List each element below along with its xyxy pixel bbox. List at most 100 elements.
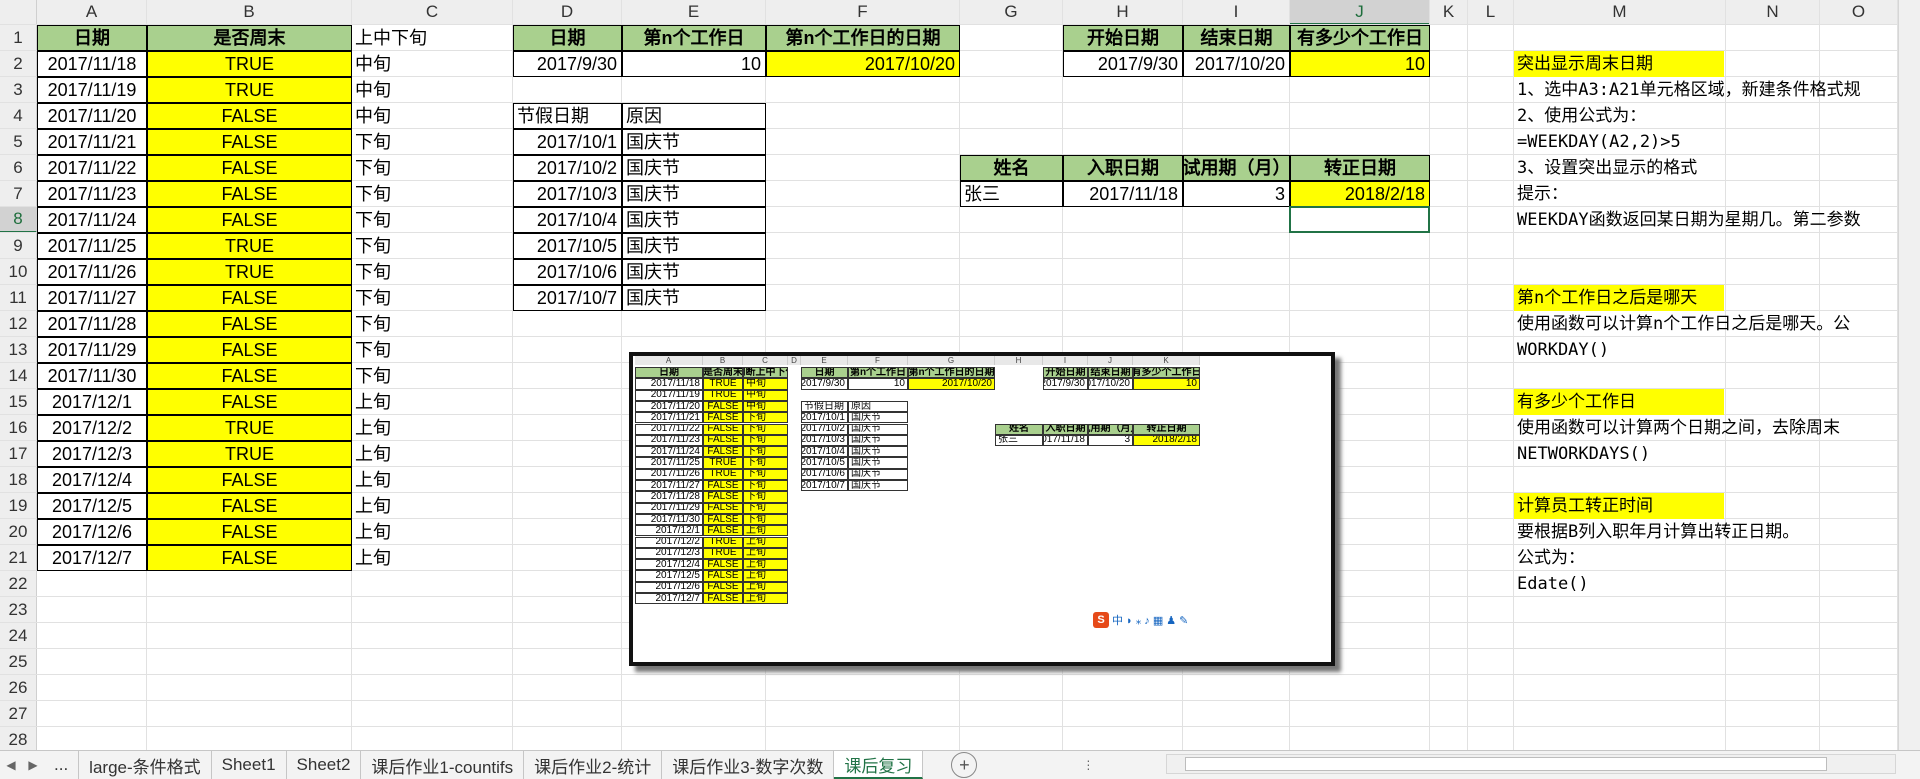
column-header-a[interactable]: A — [37, 0, 147, 25]
holiday-reason-cell[interactable]: 国庆节 — [622, 129, 766, 155]
row-header-21[interactable]: 21 — [0, 545, 37, 571]
column-header-i[interactable]: I — [1183, 0, 1290, 25]
row-header-27[interactable]: 27 — [0, 701, 37, 727]
sheet-tab[interactable]: 课后作业1-countifs — [361, 751, 525, 779]
start-date-cell[interactable]: 2017/9/30 — [1063, 51, 1183, 77]
date-cell[interactable]: 2017/11/21 — [37, 129, 147, 155]
row-header-15[interactable]: 15 — [0, 389, 37, 415]
prev-sheet-icon[interactable]: ◀ — [0, 751, 22, 779]
column-header-f[interactable]: F — [766, 0, 960, 25]
wd-date-cell[interactable]: 2017/9/30 — [513, 51, 622, 77]
period-cell[interactable]: 下旬 — [352, 311, 513, 337]
is-weekend-cell[interactable]: FALSE — [147, 311, 352, 337]
column-header-l[interactable]: L — [1468, 0, 1514, 25]
period-cell[interactable]: 下旬 — [352, 207, 513, 233]
date-cell[interactable]: 2017/12/6 — [37, 519, 147, 545]
row-header-14[interactable]: 14 — [0, 363, 37, 389]
period-cell[interactable]: 上旬 — [352, 545, 513, 571]
period-cell[interactable]: 上旬 — [352, 519, 513, 545]
holiday-reason-cell[interactable]: 国庆节 — [622, 233, 766, 259]
row-header-26[interactable]: 26 — [0, 675, 37, 701]
column-header-k[interactable]: K — [1430, 0, 1468, 25]
period-cell[interactable]: 上旬 — [352, 415, 513, 441]
hire-date-cell[interactable]: 2017/11/18 — [1063, 181, 1183, 207]
row-header-3[interactable]: 3 — [0, 77, 37, 103]
confirm-date-cell[interactable]: 2018/2/18 — [1290, 181, 1430, 207]
holiday-date-cell[interactable]: 2017/10/1 — [513, 129, 622, 155]
note-n4-l3[interactable]: Edate() — [1514, 571, 1898, 597]
tab-split-icon[interactable]: ⋮ — [1077, 751, 1099, 779]
date-cell[interactable]: 2017/11/26 — [37, 259, 147, 285]
header-name[interactable]: 姓名 — [960, 155, 1063, 181]
is-weekend-cell[interactable]: FALSE — [147, 129, 352, 155]
holiday-date-cell[interactable]: 2017/10/4 — [513, 207, 622, 233]
header-wd-n[interactable]: 第n个工作日 — [622, 25, 766, 51]
row-header-6[interactable]: 6 — [0, 155, 37, 181]
next-sheet-icon[interactable]: ▶ — [22, 751, 44, 779]
header-period[interactable]: 上中下旬 — [352, 25, 513, 51]
wd-n-cell[interactable]: 10 — [622, 51, 766, 77]
period-cell[interactable]: 上旬 — [352, 389, 513, 415]
column-header-d[interactable]: D — [513, 0, 622, 25]
date-cell[interactable]: 2017/11/27 — [37, 285, 147, 311]
holiday-date-cell[interactable]: 2017/10/2 — [513, 155, 622, 181]
is-weekend-cell[interactable]: FALSE — [147, 363, 352, 389]
note-n2-l2[interactable]: WORKDAY() — [1514, 337, 1898, 363]
header-wd-result[interactable]: 第n个工作日的日期 — [766, 25, 960, 51]
note-n1-l6[interactable]: WEEKDAY函数返回某日期为星期几。第二参数 — [1514, 207, 1898, 233]
is-weekend-cell[interactable]: FALSE — [147, 181, 352, 207]
column-header-e[interactable]: E — [622, 0, 766, 25]
period-cell[interactable]: 上旬 — [352, 467, 513, 493]
period-cell[interactable]: 下旬 — [352, 155, 513, 181]
holiday-date-cell[interactable]: 2017/10/6 — [513, 259, 622, 285]
header-date[interactable]: 日期 — [37, 25, 147, 51]
period-cell[interactable]: 下旬 — [352, 259, 513, 285]
date-cell[interactable]: 2017/12/2 — [37, 415, 147, 441]
name-cell[interactable]: 张三 — [960, 181, 1063, 207]
row-header-13[interactable]: 13 — [0, 337, 37, 363]
date-cell[interactable]: 2017/12/4 — [37, 467, 147, 493]
column-header-o[interactable]: O — [1820, 0, 1898, 25]
row-header-16[interactable]: 16 — [0, 415, 37, 441]
date-cell[interactable]: 2017/12/7 — [37, 545, 147, 571]
date-cell[interactable]: 2017/12/1 — [37, 389, 147, 415]
note-n4-title[interactable]: 计算员工转正时间 — [1514, 493, 1724, 519]
vertical-scrollbar[interactable] — [1898, 0, 1920, 750]
row-header-17[interactable]: 17 — [0, 441, 37, 467]
horizontal-scrollbar[interactable] — [1166, 754, 1896, 774]
period-cell[interactable]: 上旬 — [352, 493, 513, 519]
is-weekend-cell[interactable]: TRUE — [147, 233, 352, 259]
period-cell[interactable]: 中旬 — [352, 103, 513, 129]
sheet-tab[interactable]: Sheet2 — [287, 751, 362, 779]
sheet-tab[interactable]: Sheet1 — [212, 751, 287, 779]
wd-result-cell[interactable]: 2017/10/20 — [766, 51, 960, 77]
is-weekend-cell[interactable]: FALSE — [147, 155, 352, 181]
date-cell[interactable]: 2017/12/3 — [37, 441, 147, 467]
sheet-tab[interactable]: ... — [44, 751, 80, 779]
sheet-tab[interactable]: 课后作业2-统计 — [524, 751, 663, 779]
probation-cell[interactable]: 3 — [1183, 181, 1290, 207]
is-weekend-cell[interactable]: FALSE — [147, 493, 352, 519]
header-holiday-date[interactable]: 节假日期 — [513, 103, 622, 129]
is-weekend-cell[interactable]: FALSE — [147, 337, 352, 363]
period-cell[interactable]: 下旬 — [352, 363, 513, 389]
active-cell-selection[interactable] — [1289, 206, 1430, 233]
row-header-20[interactable]: 20 — [0, 519, 37, 545]
row-header-11[interactable]: 11 — [0, 285, 37, 311]
header-end-date[interactable]: 结束日期 — [1183, 25, 1290, 51]
horizontal-scroll-thumb[interactable] — [1185, 757, 1827, 771]
is-weekend-cell[interactable]: TRUE — [147, 441, 352, 467]
date-cell[interactable]: 2017/11/20 — [37, 103, 147, 129]
row-header-2[interactable]: 2 — [0, 51, 37, 77]
row-header-5[interactable]: 5 — [0, 129, 37, 155]
is-weekend-cell[interactable]: FALSE — [147, 207, 352, 233]
embedded-screenshot-image[interactable]: ABCDEFGHIJK日期是否周末判断上中下旬2017/11/18TRUE中旬2… — [629, 352, 1335, 666]
header-confirm-date[interactable]: 转正日期 — [1290, 155, 1430, 181]
holiday-reason-cell[interactable]: 国庆节 — [622, 181, 766, 207]
header-start-date[interactable]: 开始日期 — [1063, 25, 1183, 51]
row-header-28[interactable]: 28 — [0, 727, 37, 750]
period-cell[interactable]: 下旬 — [352, 285, 513, 311]
period-cell[interactable]: 中旬 — [352, 77, 513, 103]
period-cell[interactable]: 下旬 — [352, 233, 513, 259]
row-header-24[interactable]: 24 — [0, 623, 37, 649]
